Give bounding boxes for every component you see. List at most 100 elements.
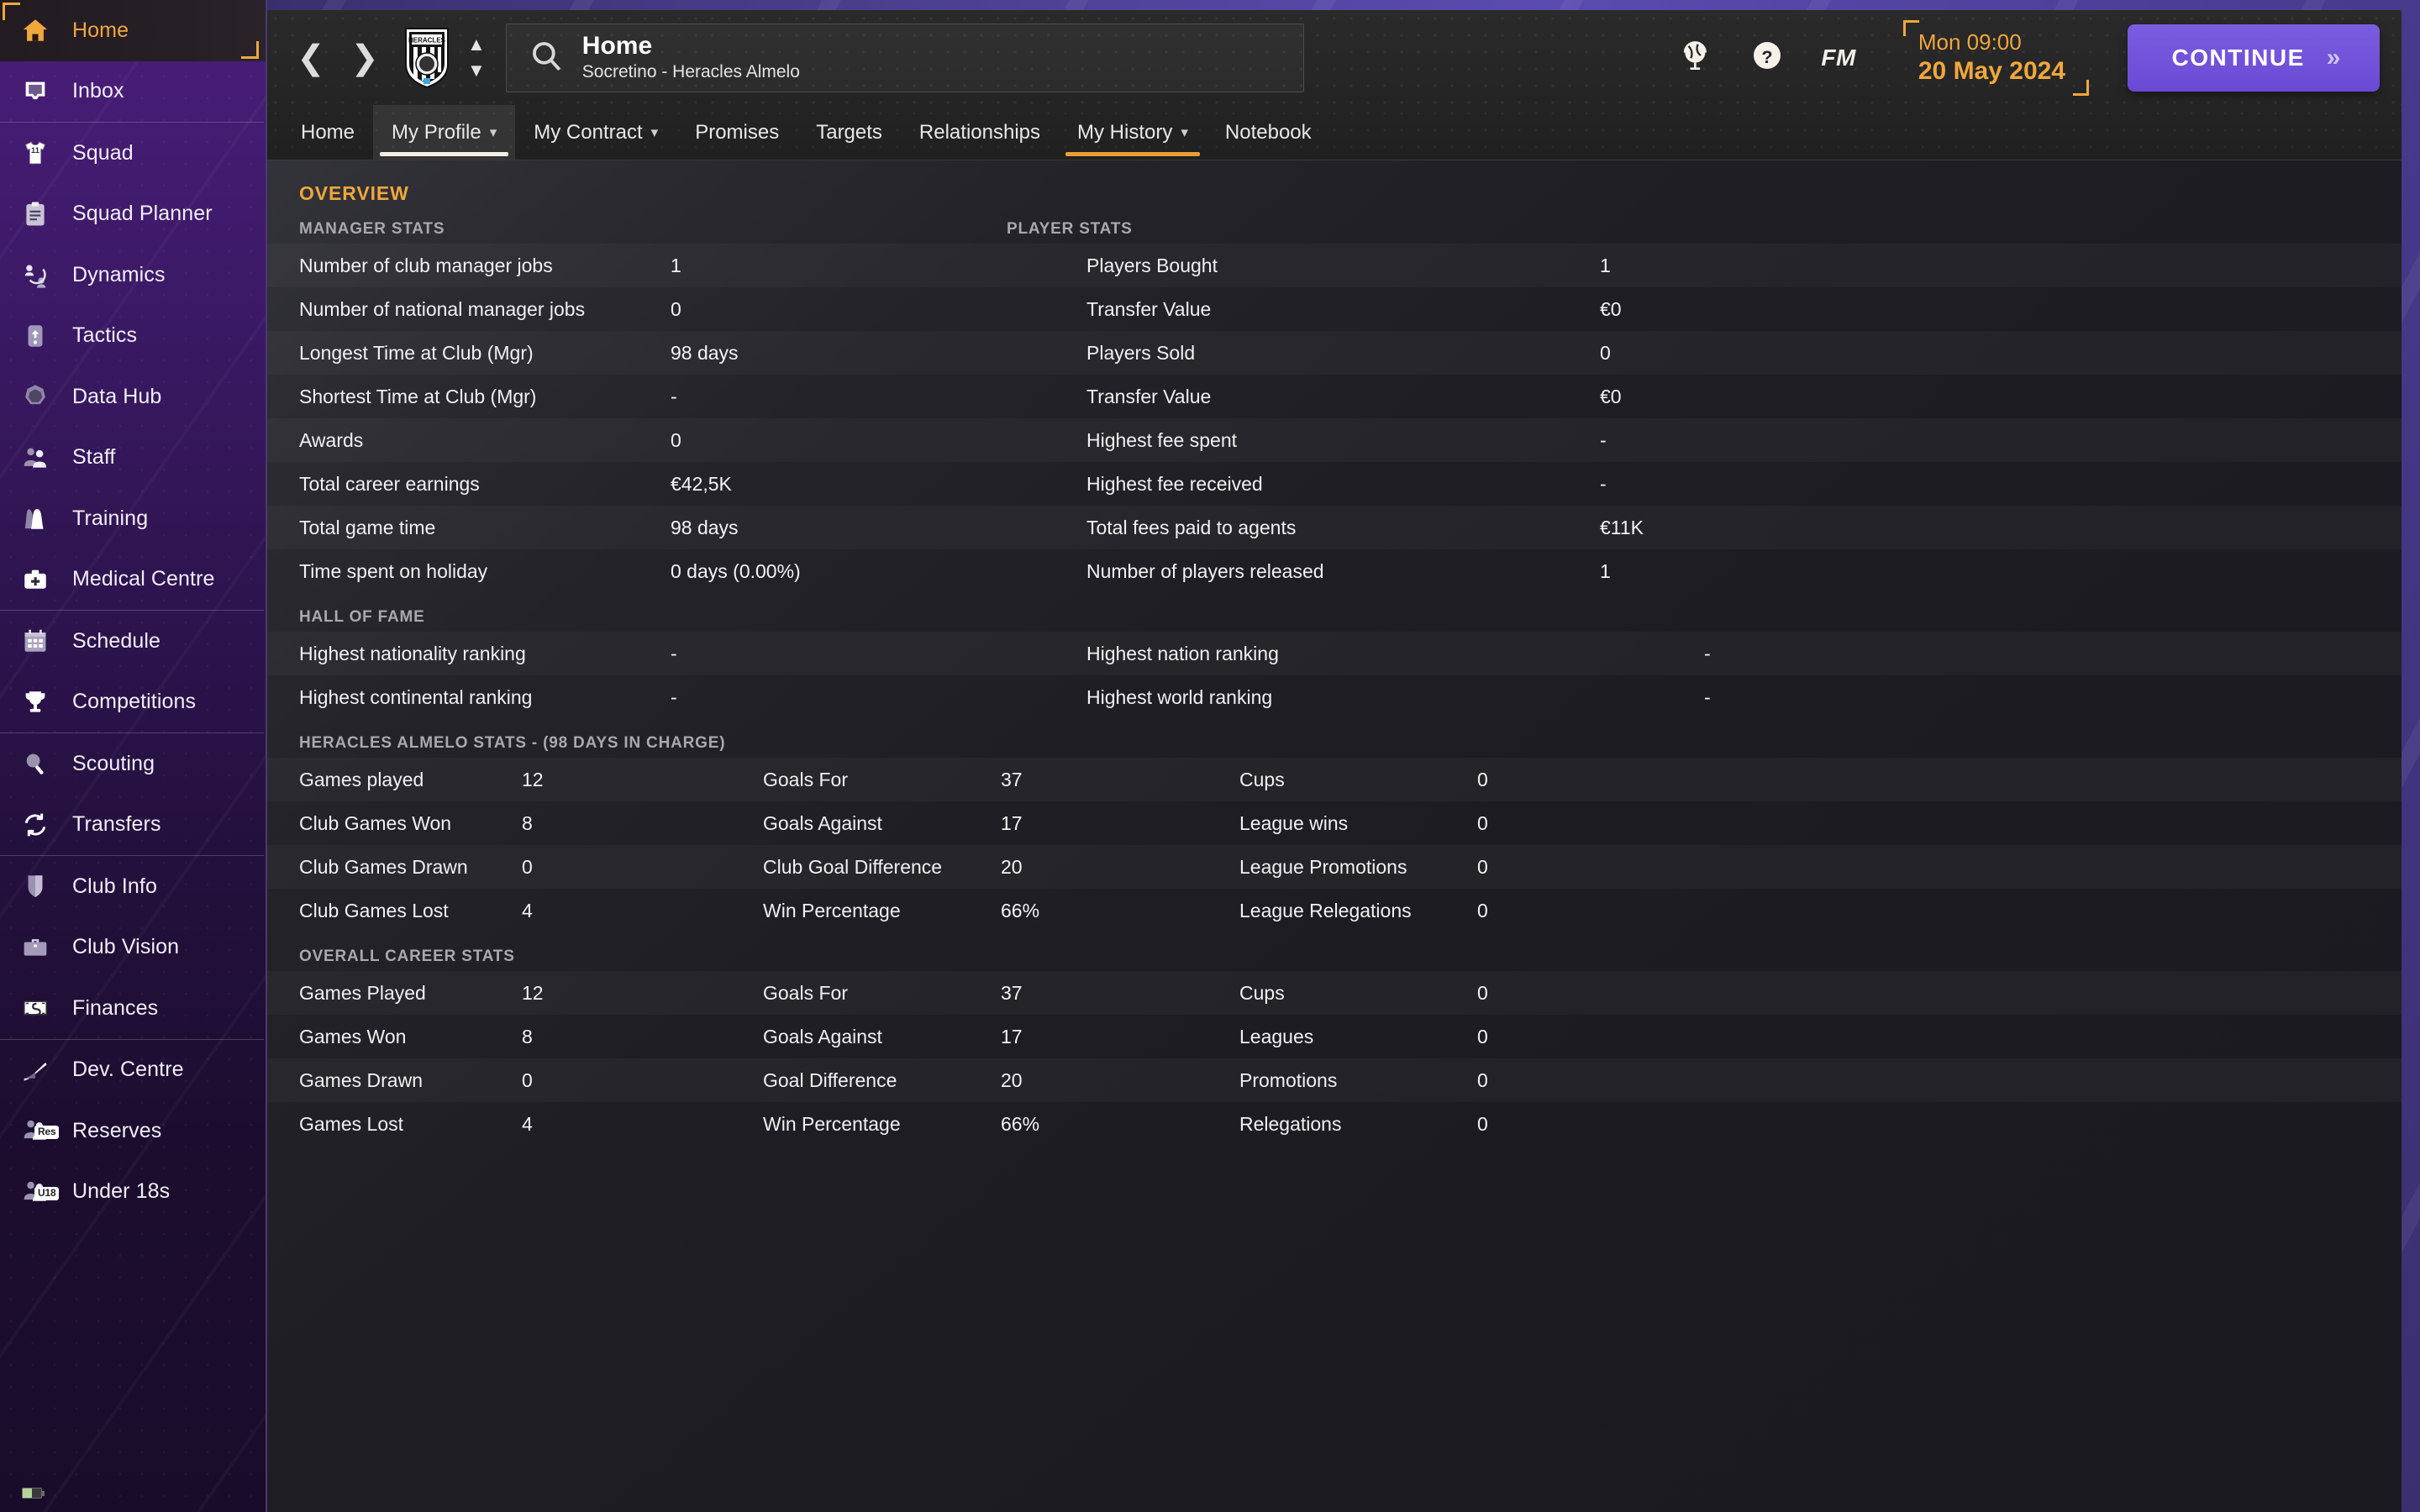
sidebar-item-competitions[interactable]: Competitions	[0, 672, 266, 733]
sidebar-item-squad[interactable]: 11 Squad	[0, 123, 266, 184]
table-row: Games Won 8 Goals Against 17 Leagues 0	[267, 1015, 2402, 1058]
stat-label: Games Drawn	[299, 1068, 423, 1091]
stat-label: League Relegations	[1239, 899, 1412, 921]
sidebar-item-scouting[interactable]: Scouting	[0, 733, 266, 795]
stat-label: Number of club manager jobs	[299, 254, 553, 276]
chevron-down-icon[interactable]: ▼	[467, 60, 486, 78]
sidebar-item-label: Tactics	[72, 323, 138, 348]
sidebar-item-label: Under 18s	[72, 1179, 171, 1204]
continue-button[interactable]: CONTINUE »	[2128, 24, 2380, 92]
stat-label: Longest Time at Club (Mgr)	[299, 341, 534, 364]
stat-label: Highest world ranking	[1086, 685, 1273, 708]
club-switch-stepper[interactable]: ▲ ▼	[467, 35, 486, 79]
sidebar-item-finances[interactable]: Finances	[0, 978, 266, 1039]
tab-home[interactable]: Home	[282, 105, 373, 160]
stat-value: €42,5K	[671, 472, 732, 495]
chevron-left-icon[interactable]: ❮	[284, 41, 338, 75]
search-title-box[interactable]: Home Socretino - Heracles Almelo	[505, 23, 1304, 92]
stat-label: Highest nationality ranking	[299, 642, 526, 664]
sidebar-item-transfers[interactable]: Transfers	[0, 795, 266, 856]
sidebar-item-label: Transfers	[72, 812, 161, 837]
stat-value: 17	[1001, 811, 1023, 834]
people-icon: Res	[18, 1114, 60, 1147]
fm-logo[interactable]: FM	[1821, 45, 1855, 71]
chevron-right-icon[interactable]: ❯	[338, 41, 392, 75]
sidebar-item-club-vision[interactable]: Club Vision	[0, 917, 266, 979]
sidebar-item-home[interactable]: Home	[0, 0, 266, 61]
hall-of-fame-table: Highest nationality ranking - Highest nati…	[267, 632, 2402, 719]
sidebar-item-reserves[interactable]: Res Reserves	[0, 1100, 266, 1162]
globe-icon[interactable]	[1680, 39, 1713, 76]
stat-value: €11K	[1600, 516, 1644, 538]
tab-targets[interactable]: Targets	[797, 105, 901, 160]
sidebar-item-training[interactable]: Training	[0, 488, 266, 549]
sidebar-item-inbox[interactable]: Inbox	[0, 61, 266, 123]
tab-relationships[interactable]: Relationships	[901, 105, 1059, 160]
tab-my-profile[interactable]: My Profile ▾	[373, 105, 516, 160]
stat-label: Transfer Value	[1086, 297, 1212, 320]
table-row: Number of national manager jobs 0 Transfer…	[267, 287, 2402, 331]
sidebar-item-squad-planner[interactable]: Squad Planner	[0, 184, 266, 245]
table-row: Total career earnings €42,5K Highest fee r…	[267, 462, 2402, 506]
stat-label: Leagues	[1239, 1025, 1314, 1047]
chevron-up-icon[interactable]: ▲	[467, 35, 486, 53]
heracles-crest-icon[interactable]: HERACLES	[403, 26, 450, 90]
tab-promises[interactable]: Promises	[676, 105, 797, 160]
stat-label: Relegations	[1239, 1112, 1342, 1135]
club-stats-heading: HERACLES ALMELO STATS - (98 DAYS IN CHAR…	[299, 734, 726, 752]
tab-notebook[interactable]: Notebook	[1207, 105, 1330, 160]
table-row: Highest continental ranking - Highest worl…	[267, 675, 2402, 719]
sidebar-item-under-18s[interactable]: U18 Under 18s	[0, 1162, 266, 1223]
tab-my-history[interactable]: My History ▾	[1059, 105, 1207, 160]
sidebar-item-label: Data Hub	[72, 384, 162, 408]
page-subtitle: Socretino - Heracles Almelo	[581, 62, 800, 82]
stat-label: Highest continental ranking	[299, 685, 533, 708]
sidebar-item-dev-centre[interactable]: Dev. Centre	[0, 1040, 266, 1101]
sidebar-item-label: Squad Planner	[72, 202, 213, 226]
medical-icon	[18, 563, 52, 596]
manager-player-stats-table: Number of club manager jobs 1 Players Boug…	[267, 244, 2402, 593]
trophy-icon	[18, 685, 52, 719]
stat-value: 0	[1477, 855, 1488, 878]
player-stats-heading: PLAYER STATS	[1007, 220, 1133, 238]
tab-my-contract[interactable]: My Contract ▾	[515, 105, 676, 160]
stat-label: Total fees paid to agents	[1086, 516, 1297, 538]
question-mark-icon[interactable]: ?	[1750, 39, 1784, 76]
search-icon	[529, 38, 564, 77]
stat-value: -	[1600, 428, 1607, 451]
sidebar-item-tag: U18	[34, 1186, 60, 1200]
sidebar-item-staff[interactable]: Staff	[0, 428, 266, 489]
search-icon	[18, 747, 52, 780]
stat-value: -	[1704, 685, 1711, 708]
table-row: Games Played 12 Goals For 37 Cups 0	[267, 971, 2402, 1015]
sidebar-item-schedule[interactable]: Schedule	[0, 611, 266, 672]
stat-value: 98 days	[671, 516, 739, 538]
chevron-down-icon: ▾	[1181, 123, 1188, 140]
tab-label: Home	[301, 120, 355, 144]
content-panel: OVERVIEW MANAGER STATS PLAYER STATS Numb…	[267, 160, 2402, 1512]
clipboard-icon	[18, 197, 52, 231]
hall-of-fame-heading: HALL OF FAME	[299, 608, 425, 626]
sidebar-item-tactics[interactable]: Tactics	[0, 306, 266, 367]
briefcase-icon	[18, 931, 52, 964]
tab-label: Promises	[695, 120, 780, 144]
table-row: Games Drawn 0 Goal Difference 20 Promotions 0	[267, 1058, 2402, 1102]
stat-label: Club Games Won	[299, 811, 452, 834]
table-row: Time spent on holiday 0 days (0.00%) Numbe…	[267, 549, 2402, 593]
stat-label: Highest fee received	[1086, 472, 1263, 495]
double-chevron-right-icon: »	[2326, 43, 2341, 71]
stat-label: Goal Difference	[763, 1068, 897, 1091]
sidebar-item-label: Home	[72, 18, 129, 42]
sidebar-item-club-info[interactable]: Club Info	[0, 856, 266, 917]
sidebar-item-dynamics[interactable]: Dynamics	[0, 244, 266, 306]
fm-app-window: Home Inbox 11 Squad Squad Planner Dynamics Tac…	[0, 0, 2420, 1512]
table-row: Longest Time at Club (Mgr) 98 days Players…	[267, 331, 2402, 375]
sidebar-item-data-hub[interactable]: Data Hub	[0, 366, 266, 428]
stat-value: 20	[1001, 855, 1023, 878]
sidebar-item-medical-centre[interactable]: Medical Centre	[0, 549, 266, 611]
staff-icon	[18, 441, 52, 475]
sidebar-item-label: Finances	[72, 995, 159, 1020]
stat-label: Awards	[299, 428, 364, 451]
svg-text:11: 11	[31, 146, 39, 155]
stat-value: €0	[1600, 385, 1622, 407]
